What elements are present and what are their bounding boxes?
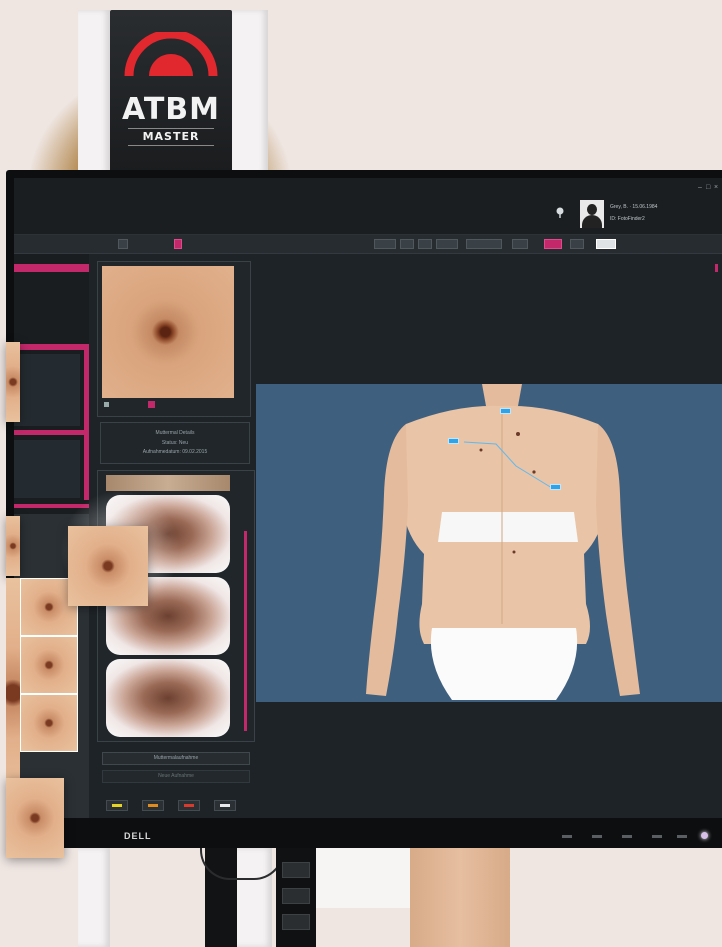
lesion-overview-panel <box>97 261 251 417</box>
brand-divider <box>128 128 214 129</box>
sidebar-accent-bar <box>84 350 89 500</box>
brand-divider <box>128 145 214 146</box>
color-swatch-orange[interactable] <box>142 800 164 811</box>
close-icon[interactable]: × <box>714 184 718 191</box>
toolbar-active-indicator[interactable] <box>174 239 182 249</box>
device-pole-left <box>78 848 110 947</box>
monitor-button[interactable] <box>592 835 602 838</box>
lesion-info-panel: Muttermal Details Status: Neu Aufnahmeda… <box>100 422 250 464</box>
toolbar-dropdown[interactable] <box>466 239 502 249</box>
toolbar-button-5[interactable] <box>512 239 528 249</box>
sidebar-accent-bar <box>14 430 84 435</box>
monitor-button[interactable] <box>677 835 687 838</box>
toolbar-button-2[interactable] <box>400 239 414 249</box>
color-swatch-white[interactable] <box>214 800 236 811</box>
brand-subtitle: MASTER <box>142 130 200 143</box>
marker-color-icon[interactable] <box>148 401 155 408</box>
lesion-thumbnail[interactable] <box>6 578 20 808</box>
scrollbar[interactable] <box>244 531 247 731</box>
power-icon[interactable] <box>701 832 708 839</box>
toolbar-button-active[interactable] <box>544 239 562 249</box>
lesion-thumbnail[interactable] <box>20 636 78 694</box>
person-coat <box>300 848 410 908</box>
device-pole-right <box>232 10 268 175</box>
sidebar-header-bar <box>14 264 89 272</box>
new-capture-button[interactable]: Neue Aufnahme <box>102 770 250 783</box>
device-pole-left <box>78 10 110 175</box>
monitor-brand: DELL <box>124 831 152 841</box>
lesion-date: Aufnahmedatum: 09.02.2015 <box>142 449 208 455</box>
device-rack <box>276 848 316 947</box>
color-swatch-red[interactable] <box>178 800 200 811</box>
lesion-zoom-thumbnail[interactable] <box>68 526 148 606</box>
lesion-marker[interactable] <box>500 408 511 414</box>
monitor-button[interactable] <box>622 835 632 838</box>
brand-name: ATBM <box>121 92 221 127</box>
toolbar <box>14 235 722 254</box>
body-back-image <box>366 384 640 700</box>
lesion-status: Status: Neu <box>161 440 189 446</box>
person-legs <box>410 848 510 947</box>
color-swatch-yellow[interactable] <box>106 800 128 811</box>
body-map-view[interactable] <box>256 384 722 702</box>
patient-id: ID: FotoFinder2 <box>610 216 645 222</box>
lesion-overview-image[interactable] <box>102 266 234 398</box>
sidebar-thumbnail[interactable] <box>14 354 80 426</box>
panel-indicator <box>715 264 718 272</box>
atbm-logo-icon <box>124 32 218 77</box>
lesion-info-title: Muttermal Details <box>155 430 195 436</box>
toolbar-button-6[interactable] <box>570 239 584 249</box>
patient-name: Grey, B. · 15.06.1984 <box>610 204 658 210</box>
monitor-button[interactable] <box>562 835 572 838</box>
device-head: ATBM MASTER <box>110 10 232 175</box>
toolbar-button-7[interactable] <box>596 239 616 249</box>
toolbar-button-3[interactable] <box>418 239 432 249</box>
lesion-marker[interactable] <box>448 438 459 444</box>
patient-avatar[interactable] <box>580 200 604 228</box>
lesion-thumbnail[interactable] <box>20 694 78 752</box>
toolbar-button-4[interactable] <box>436 239 458 249</box>
lesion-thumbnail[interactable] <box>6 516 20 576</box>
minimize-icon[interactable]: – <box>698 184 702 191</box>
capture-lesion-button[interactable]: Muttermalaufnahme <box>102 752 250 765</box>
lesion-thumbnail[interactable] <box>6 342 20 422</box>
app-header: – □ × Grey, B. · 15.06.1984 ID: FotoFind… <box>14 178 722 235</box>
maximize-icon[interactable]: □ <box>706 184 710 191</box>
monitor-button[interactable] <box>652 835 662 838</box>
sidebar-accent-bar <box>14 344 89 350</box>
toolbar-button-1[interactable] <box>374 239 396 249</box>
sidebar-thumbnail[interactable] <box>14 440 80 498</box>
zoom-icon[interactable] <box>104 402 109 407</box>
toolbar-toggle-button[interactable] <box>118 239 128 249</box>
dermoscopy-image[interactable] <box>106 659 230 737</box>
lesion-marker[interactable] <box>550 484 561 490</box>
lesion-thumbnail[interactable] <box>6 778 64 858</box>
location-pin-icon[interactable] <box>554 206 566 218</box>
dermoscopy-image[interactable] <box>106 475 230 491</box>
